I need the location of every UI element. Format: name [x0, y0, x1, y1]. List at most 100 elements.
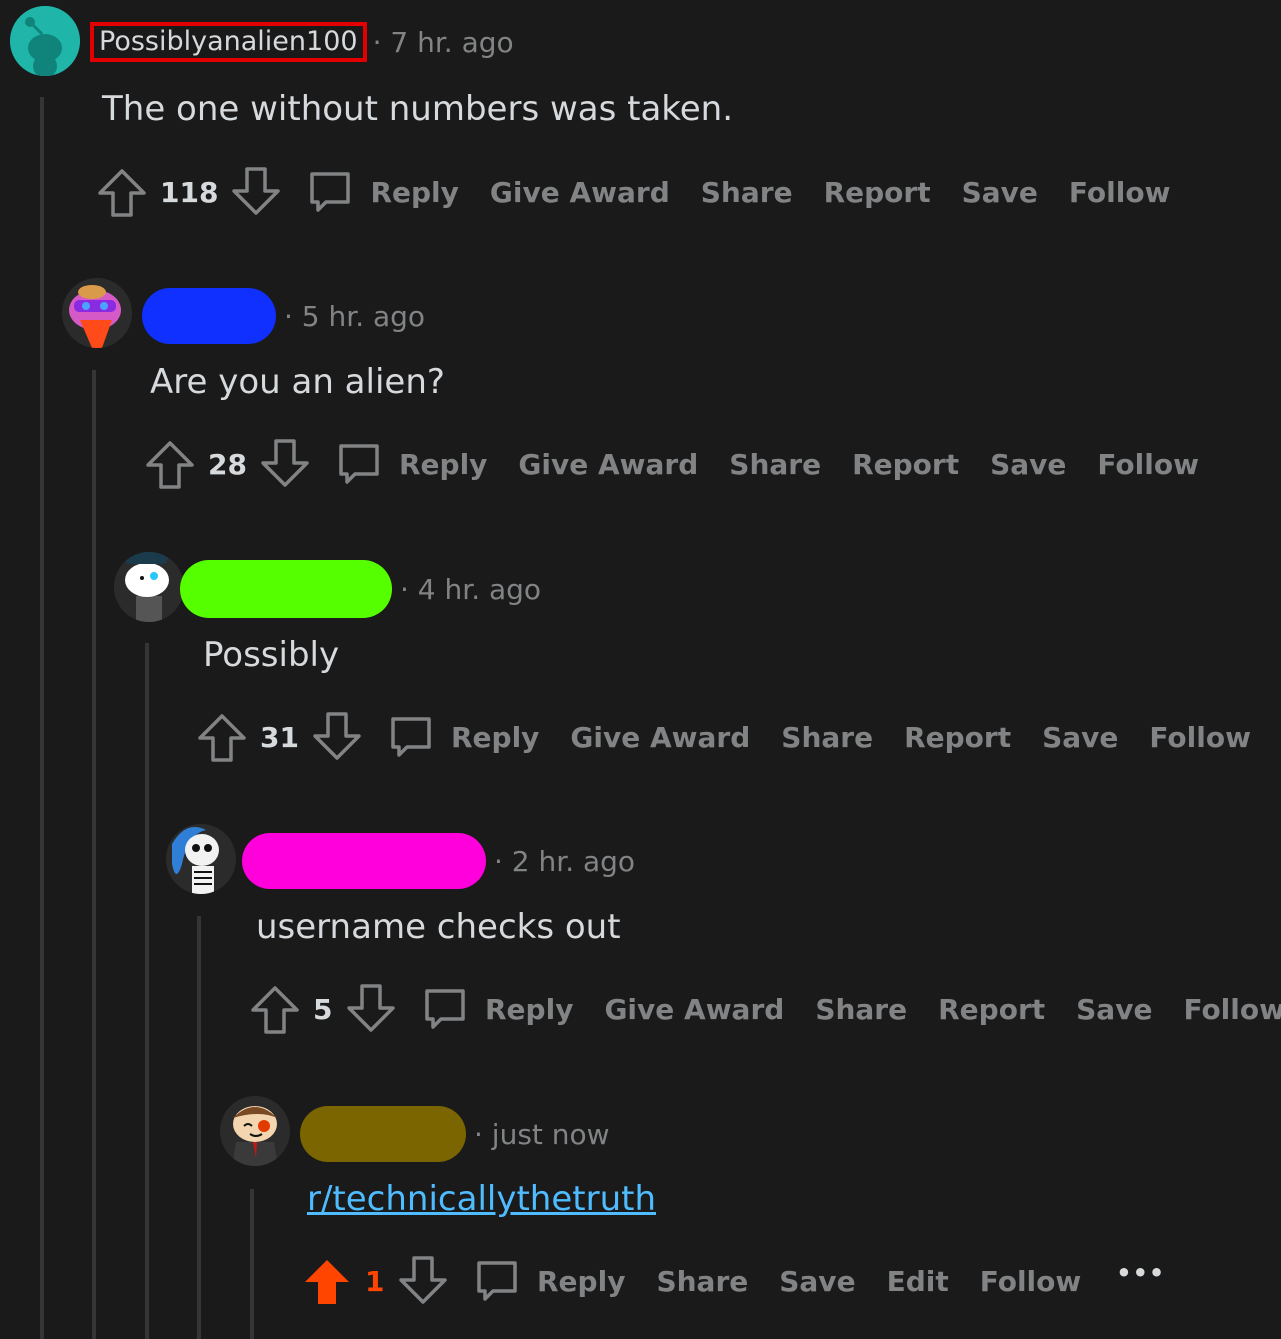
share-button[interactable]: Share — [815, 993, 907, 1026]
report-button[interactable]: Report — [824, 176, 931, 209]
upvote-arrow-icon — [98, 167, 146, 217]
give-award-button[interactable]: Give Award — [518, 448, 698, 481]
comment-body: r/technicallythetruth — [307, 1179, 656, 1219]
vote-count: 1 — [365, 1264, 385, 1298]
downvote-button[interactable] — [347, 984, 395, 1034]
upvote-arrow-icon — [198, 712, 246, 762]
timestamp: · just now — [474, 1117, 610, 1151]
save-button[interactable]: Save — [1042, 721, 1118, 754]
report-label: Report — [823, 175, 931, 209]
comment-meta: Possiblyanalien100 · 7 hr. ago — [90, 22, 514, 62]
comment-meta: · 4 hr. ago — [180, 560, 541, 618]
upvote-button[interactable] — [198, 712, 246, 762]
upvote-button[interactable] — [303, 1256, 351, 1306]
save-button[interactable]: Save — [990, 448, 1066, 481]
avatar[interactable] — [114, 552, 184, 622]
reply-label: Reply — [450, 720, 540, 754]
downvote-button[interactable] — [232, 167, 281, 217]
comment-body: username checks out — [256, 907, 621, 947]
reply-button[interactable]: Reply — [421, 985, 573, 1033]
subreddit-link[interactable]: r/technicallythetruth — [307, 1179, 656, 1219]
save-button[interactable]: Save — [779, 1265, 855, 1298]
timestamp: · 7 hr. ago — [372, 25, 514, 59]
follow-label: Follow — [1183, 992, 1281, 1026]
give-award-label: Give Award — [570, 720, 751, 754]
vote-count: 31 — [260, 720, 299, 754]
reply-button[interactable]: Reply — [473, 1257, 625, 1305]
redacted-username[interactable] — [180, 560, 392, 618]
share-label: Share — [781, 720, 874, 754]
timestamp: · 2 hr. ago — [494, 844, 636, 878]
downvote-button[interactable] — [261, 439, 309, 489]
save-label: Save — [779, 1264, 856, 1298]
follow-label: Follow — [979, 1264, 1082, 1298]
vote-count: 5 — [313, 992, 333, 1026]
save-label: Save — [990, 447, 1067, 481]
give-award-button[interactable]: Give Award — [570, 721, 750, 754]
redacted-username[interactable] — [142, 288, 276, 344]
upvote-arrow-icon — [303, 1256, 351, 1306]
avatar[interactable] — [10, 6, 80, 76]
upvote-button[interactable] — [146, 439, 194, 489]
upvote-button[interactable] — [251, 984, 299, 1034]
give-award-button[interactable]: Give Award — [490, 176, 670, 209]
upvote-arrow-icon — [146, 439, 194, 489]
downvote-button[interactable] — [313, 712, 361, 762]
thread-line[interactable] — [40, 97, 44, 1339]
report-button[interactable]: Report — [852, 448, 959, 481]
reply-label: Reply — [537, 1264, 626, 1298]
follow-button[interactable]: Follow — [1149, 721, 1251, 754]
follow-button[interactable]: Follow — [980, 1265, 1082, 1298]
thread-line[interactable] — [250, 1189, 254, 1339]
report-button[interactable]: Report — [938, 993, 1045, 1026]
save-button[interactable]: Save — [1076, 993, 1152, 1026]
follow-button[interactable]: Follow — [1069, 176, 1171, 209]
redacted-username[interactable] — [242, 833, 486, 889]
save-button[interactable]: Save — [962, 176, 1038, 209]
report-button[interactable]: Report — [904, 721, 1011, 754]
downvote-arrow-icon — [232, 167, 281, 217]
redacted-username[interactable] — [300, 1106, 466, 1162]
upvote-arrow-icon — [251, 984, 299, 1034]
give-award-label: Give Award — [604, 992, 785, 1026]
snoo-avatar-icon — [114, 552, 184, 622]
share-button[interactable]: Share — [701, 176, 793, 209]
share-label: Share — [656, 1264, 749, 1298]
edit-button[interactable]: Edit — [887, 1265, 949, 1298]
comment-bubble-icon — [335, 440, 399, 488]
comment-body: The one without numbers was taken. — [102, 89, 734, 129]
give-award-button[interactable]: Give Award — [604, 993, 784, 1026]
follow-button[interactable]: Follow — [1097, 448, 1199, 481]
downvote-arrow-icon — [261, 439, 309, 489]
more-options-button[interactable]: ••• — [1116, 1259, 1165, 1295]
avatar[interactable] — [166, 824, 236, 894]
reply-button[interactable]: Reply — [306, 168, 459, 216]
share-button[interactable]: Share — [781, 721, 873, 754]
avatar[interactable] — [62, 278, 132, 348]
share-button[interactable]: Share — [656, 1265, 748, 1298]
username[interactable]: Possiblyanalien100 — [90, 22, 367, 62]
comment-meta: · just now — [300, 1106, 610, 1162]
timestamp: · 4 hr. ago — [400, 572, 542, 606]
comment-actions: 118 Reply Give Award Share Report Save Follow — [98, 167, 1201, 217]
reply-button[interactable]: Reply — [335, 440, 487, 488]
reply-button[interactable]: Reply — [387, 713, 539, 761]
downvote-button[interactable] — [399, 1256, 447, 1306]
upvote-button[interactable] — [98, 167, 146, 217]
thread-line[interactable] — [145, 643, 149, 1339]
timestamp: · 5 hr. ago — [284, 299, 426, 333]
snoo-avatar-icon — [166, 824, 236, 894]
comment-bubble-icon — [421, 985, 485, 1033]
follow-button[interactable]: Follow — [1183, 993, 1281, 1026]
comment-body: Possibly — [203, 635, 340, 675]
reply-label: Reply — [370, 175, 459, 209]
avatar[interactable] — [220, 1096, 290, 1166]
comment-meta: · 2 hr. ago — [242, 833, 635, 889]
thread-line[interactable] — [197, 916, 201, 1339]
report-label: Report — [938, 992, 1046, 1026]
give-award-label: Give Award — [489, 175, 670, 209]
give-award-label: Give Award — [518, 447, 699, 481]
share-button[interactable]: Share — [729, 448, 821, 481]
thread-line[interactable] — [92, 370, 96, 1339]
comment-meta: · 5 hr. ago — [142, 288, 425, 344]
